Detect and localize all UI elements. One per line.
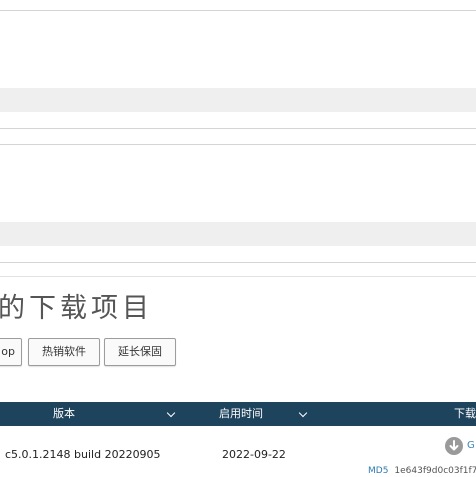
md5-value: 1e643f9d0c03f1f720 [394,466,476,476]
chevron-down-icon[interactable] [298,408,308,418]
download-link[interactable]: G [467,440,475,451]
md5-label: MD5 [368,466,389,476]
panel-1-bottom-border [0,128,476,129]
download-page: 的下载项目 op 热销软件 延长保固 版本 启用时间 下载 c5.0.1.214… [0,0,476,477]
filter-button-hot-software[interactable]: 热销软件 [28,338,100,366]
column-header-date[interactable]: 启用时间 [219,402,263,426]
table-header: 版本 启用时间 下载 [0,402,476,426]
section-title: 的下载项目 [0,293,153,324]
section-divider [0,276,476,277]
filter-button-app[interactable]: op [0,338,22,366]
version-cell: c5.0.1.2148 build 20220905 [5,448,161,461]
column-header-version[interactable]: 版本 [53,402,75,426]
panel-2-body [0,145,476,222]
column-header-download: 下载 [454,407,476,420]
date-cell: 2022-09-22 [222,448,286,461]
panel-1-footer [0,88,476,112]
filter-button-extended-warranty[interactable]: 延长保固 [104,338,176,366]
chevron-down-icon[interactable] [166,408,176,418]
panel-2-footer [0,222,476,246]
md5-info: MD5 1e643f9d0c03f1f720 [368,466,476,476]
panel-2-bottom-border [0,262,476,263]
panel-1-body [0,11,476,88]
download-circle-icon[interactable] [445,437,463,455]
